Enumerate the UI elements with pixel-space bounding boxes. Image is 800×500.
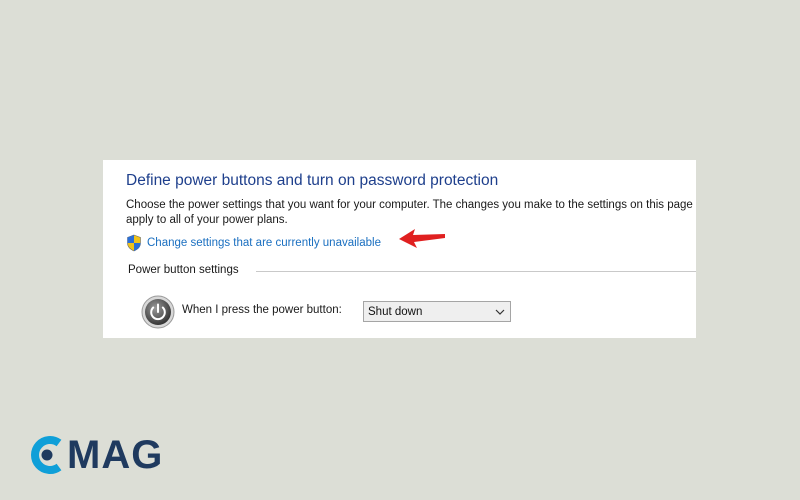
logo-mark-icon xyxy=(31,436,62,474)
logo-text: MAG xyxy=(67,433,164,477)
chevron-down-icon xyxy=(495,309,505,315)
power-settings-panel: Define power buttons and turn on passwor… xyxy=(103,160,696,338)
page-title: Define power buttons and turn on passwor… xyxy=(126,172,499,189)
section-divider xyxy=(256,271,696,272)
power-button-action-select[interactable]: Shut down xyxy=(363,301,511,322)
power-button-label: When I press the power button: xyxy=(182,304,342,316)
red-arrow-annotation xyxy=(399,229,445,248)
change-settings-row[interactable]: Change settings that are currently unava… xyxy=(126,234,381,252)
page-description: Choose the power settings that you want … xyxy=(126,199,693,226)
change-settings-link[interactable]: Change settings that are currently unava… xyxy=(147,237,381,249)
power-icon xyxy=(141,295,175,329)
uac-shield-icon xyxy=(127,234,141,252)
section-label-power-button: Power button settings xyxy=(128,264,239,276)
cmag-logo: MAG xyxy=(27,432,163,478)
select-value: Shut down xyxy=(368,305,423,318)
